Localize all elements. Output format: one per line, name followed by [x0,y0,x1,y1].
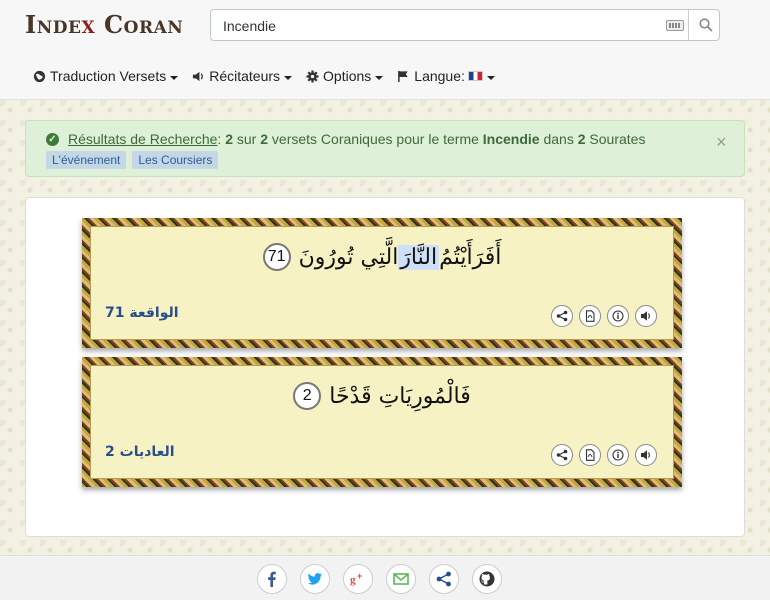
keyboard-icon[interactable] [666,20,684,31]
nav-reciters-menu[interactable]: Récitateurs [192,66,293,86]
header: Index Coran Traduction Versets Récitateu… [0,0,770,100]
verse-actions [551,305,657,327]
svg-text:+: + [357,571,362,581]
pdf-icon [585,310,595,322]
verse-card: أَفَرَأَيْتُمُ النَّارَ الَّتِي تُورُونَ… [82,218,682,348]
play-audio-button[interactable] [635,444,657,466]
check-circle-icon: ✓ [46,133,59,146]
chevron-down-icon [170,75,179,80]
github-button[interactable] [472,564,502,594]
search-input[interactable] [223,16,653,36]
svg-text:g: g [350,574,356,586]
close-icon[interactable]: × [716,132,727,153]
pdf-button[interactable] [579,444,601,466]
nav-options-label: Options [323,68,372,84]
google-plus-button[interactable]: g + [343,564,373,594]
results-dans: dans [539,131,578,147]
share-icon [556,449,568,461]
nav-language-label: Langue: [414,68,465,84]
social-links: g + [257,564,502,594]
globe-icon [33,70,46,82]
verse-number: 71 [262,243,291,271]
results-total: 2 [260,131,269,147]
chevron-down-icon [284,75,293,80]
sura-tag[interactable]: Les Coursiers [132,151,219,169]
email-button[interactable] [386,564,416,594]
sura-tag[interactable]: L'événement [46,151,127,169]
volume-icon [641,450,650,460]
verse-content: أَفَرَأَيْتُمُ النَّارَ الَّتِي تُورُونَ… [90,226,674,340]
sura-reference[interactable]: العاديات 2 [105,444,175,460]
nav-language-menu[interactable]: Langue: [397,66,495,86]
share-button[interactable] [551,305,573,327]
twitter-icon [307,573,322,585]
verse-text: فَالْمُورِيَاتِ قَدْحًا 2 [91,382,673,410]
verse-text-part: أَفَرَأَيْتُمُ [439,244,502,270]
results-tail: Sourates [585,131,646,147]
facebook-button[interactable] [257,564,287,594]
nav-options-menu[interactable]: Options [306,66,384,86]
gear-icon [306,69,319,83]
verse-highlight: النَّارَ [398,244,440,270]
search-box [210,9,720,41]
results-link[interactable]: Résultats de Recherche [68,131,217,147]
results-colon: : [217,131,222,147]
pdf-button[interactable] [579,305,601,327]
share-button[interactable] [429,564,459,594]
search-separator [688,10,689,40]
info-button[interactable] [607,444,629,466]
logo-text-x: x [81,10,96,39]
verse-content: فَالْمُورِيَاتِ قَدْحًا 2 العاديات 2 [90,365,674,479]
share-button[interactable] [551,444,573,466]
search-button[interactable] [691,10,721,40]
verse-text-part: فَالْمُورِيَاتِ قَدْحًا [329,383,471,409]
share-icon [436,571,451,587]
verse-card: فَالْمُورِيَاتِ قَدْحًا 2 العاديات 2 [82,357,682,487]
results-term: Incendie [482,131,540,147]
french-flag-icon [467,71,483,81]
nav-translation-label: Traduction Versets [50,68,167,84]
google-plus-icon: g + [350,571,362,586]
info-button[interactable] [607,305,629,327]
results-sur: sur [233,131,261,147]
nav-translation-menu[interactable]: Traduction Versets [33,66,179,86]
volume-icon [193,71,204,81]
play-audio-button[interactable] [635,305,657,327]
github-icon [479,571,495,587]
results-mid-text: versets Coraniques pour le terme [268,131,483,147]
verse-text-part: الَّتِي تُورُونَ [298,244,399,270]
results-panel: أَفَرَأَيْتُمُ النَّارَ الَّتِي تُورُونَ… [25,197,745,537]
info-icon [612,310,624,322]
results-suras-count: 2 [577,131,586,147]
share-icon [556,310,568,322]
results-count: 2 [225,131,233,147]
search-results-alert: ✓ Résultats de Recherche: 2 sur 2 verset… [25,120,745,177]
pdf-icon [585,449,595,461]
logo-text-1: Inde [25,10,82,39]
results-message: Résultats de Recherche: 2 sur 2 versets … [68,131,645,147]
chevron-down-icon [486,75,495,80]
volume-icon [641,311,650,321]
nav-reciters-label: Récitateurs [209,68,281,84]
sura-reference[interactable]: الواقعة 71 [105,305,179,321]
twitter-button[interactable] [300,564,330,594]
logo[interactable]: Index Coran [25,10,183,39]
info-icon [612,449,624,461]
verse-number: 2 [293,382,322,410]
main-nav: Traduction Versets Récitateurs Options L… [33,66,509,86]
logo-text-2: Coran [95,10,184,39]
footer: g + [0,555,770,600]
verse-text: أَفَرَأَيْتُمُ النَّارَ الَّتِي تُورُونَ… [91,243,673,271]
facebook-icon [268,571,276,587]
verse-actions [551,444,657,466]
email-icon [393,573,409,585]
sura-tags: L'événement Les Coursiers [46,151,219,169]
search-icon [699,18,713,32]
chevron-down-icon [375,75,384,80]
flag-icon [398,70,408,82]
